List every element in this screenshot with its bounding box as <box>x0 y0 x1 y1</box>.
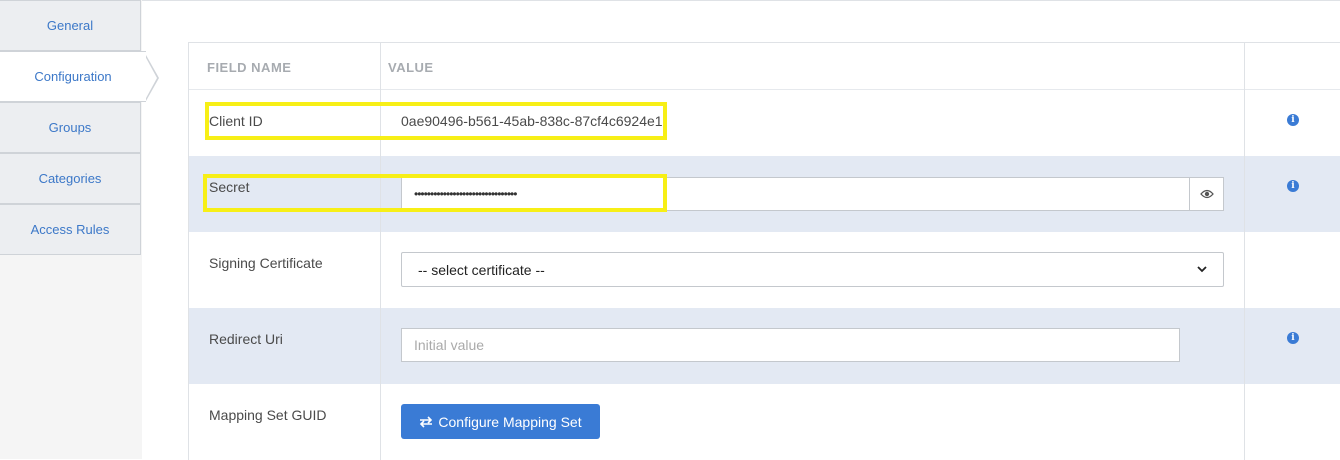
certificate-select[interactable]: -- select certificate -- <box>401 252 1224 287</box>
secret-input[interactable]: •••••••••••••••••••••••••••••••• <box>401 177 1190 211</box>
active-tab-pointer-fill <box>145 56 157 100</box>
info-icon[interactable]: i <box>1287 180 1299 192</box>
tab-general-label: General <box>46 18 94 33</box>
redirect-uri-input[interactable]: Initial value <box>401 328 1180 362</box>
tab-general[interactable]: General <box>0 0 141 51</box>
show-secret-button[interactable] <box>1189 177 1224 211</box>
redirect-uri-placeholder: Initial value <box>414 337 485 353</box>
tab-categories-label: Categories <box>38 171 102 186</box>
column-divider <box>380 43 381 460</box>
column-divider <box>1244 43 1245 460</box>
settings-table: FIELD NAME VALUE Client ID 0ae90496-b561… <box>188 42 1340 460</box>
configure-mapping-set-label: Configure Mapping Set <box>438 413 582 430</box>
header-value: VALUE <box>388 60 434 75</box>
tab-access-rules-label: Access Rules <box>30 222 110 237</box>
exchange-icon <box>420 415 433 428</box>
signing-certificate-label: Signing Certificate <box>209 255 323 271</box>
header-divider <box>189 89 1340 90</box>
info-icon[interactable]: i <box>1287 114 1299 126</box>
redirect-uri-label: Redirect Uri <box>209 331 283 347</box>
secret-label: Secret <box>209 179 250 195</box>
eye-icon <box>1199 189 1214 199</box>
tab-access-rules[interactable]: Access Rules <box>0 204 141 255</box>
chevron-down-icon <box>1197 266 1207 273</box>
client-id-label: Client ID <box>209 113 263 129</box>
secret-masked-value: •••••••••••••••••••••••••••••••• <box>414 187 517 201</box>
header-field-name: FIELD NAME <box>207 60 292 75</box>
tab-configuration-label: Configuration <box>34 69 112 84</box>
tab-groups-label: Groups <box>48 120 92 135</box>
info-icon[interactable]: i <box>1287 332 1299 344</box>
mapping-set-guid-label: Mapping Set GUID <box>209 407 327 423</box>
configure-mapping-set-button[interactable]: Configure Mapping Set <box>401 404 600 439</box>
tab-configuration[interactable]: Configuration <box>0 51 159 102</box>
sidebar: General Configuration Groups Categories … <box>0 0 159 459</box>
certificate-select-value: -- select certificate -- <box>418 261 545 278</box>
top-divider <box>142 0 1340 1</box>
client-id-value: 0ae90496-b561-45ab-838c-87cf4c6924e1 <box>401 113 663 129</box>
tab-groups[interactable]: Groups <box>0 102 141 153</box>
tab-categories[interactable]: Categories <box>0 153 141 204</box>
